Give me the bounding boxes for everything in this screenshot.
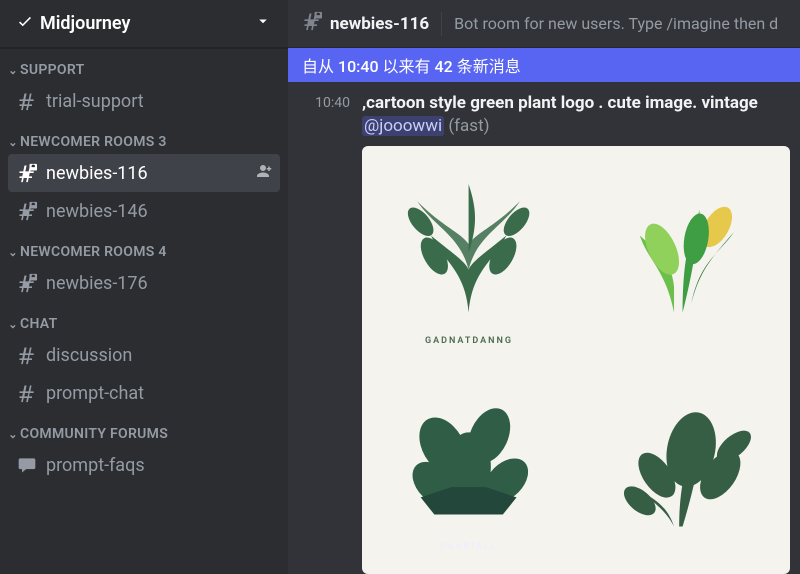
channel-sidebar: Midjourney ⌄SUPPORTtrial-support⌄NEWCOME… [0, 0, 288, 574]
channel-label: newbies-146 [46, 201, 272, 222]
channel-topic[interactable]: Bot room for new users. Type /imagine th… [454, 14, 778, 33]
section-header[interactable]: ⌄NEWCOMER ROOMS 4 [0, 244, 288, 262]
section-header[interactable]: ⌄COMMUNITY FORUMS [0, 426, 288, 444]
channel-label: discussion [46, 345, 272, 366]
chevron-down-icon: ⌄ [6, 136, 20, 149]
server-name: Midjourney [40, 13, 254, 34]
server-header[interactable]: Midjourney [0, 0, 288, 48]
channel-prompt-chat[interactable]: prompt-chat [8, 374, 280, 412]
hash-icon [16, 383, 38, 403]
main-area: newbies-116 Bot room for new users. Type… [288, 0, 800, 574]
hash-lock-icon [16, 163, 38, 183]
message-content: ,cartoon style green plant logo . cute i… [350, 92, 786, 138]
hash-lock-icon [16, 201, 38, 221]
section-header[interactable]: ⌄CHAT [0, 316, 288, 334]
section-label: NEWCOMER ROOMS 3 [20, 134, 167, 150]
message-timestamp: 10:40 [302, 92, 350, 138]
channel-trial-support[interactable]: trial-support [8, 82, 280, 120]
divider [441, 12, 442, 36]
section-label: NEWCOMER ROOMS 4 [20, 244, 167, 260]
image-result-3[interactable]: PAARIALL [362, 360, 576, 574]
image-result-4[interactable] [576, 360, 790, 574]
generated-image-grid[interactable]: GADNATDANNG PAARIALL [362, 146, 790, 574]
channel-label: newbies-116 [46, 163, 254, 184]
section-label: COMMUNITY FORUMS [20, 426, 168, 442]
chevron-down-icon: ⌄ [6, 318, 20, 331]
hash-lock-icon [16, 273, 38, 293]
chevron-down-icon: ⌄ [6, 428, 20, 441]
channel-label: prompt-chat [46, 383, 272, 404]
chevron-down-icon: ⌄ [6, 64, 20, 77]
channel-prompt-faqs[interactable]: prompt-faqs [8, 446, 280, 484]
channel-newbies-146[interactable]: newbies-146 [8, 192, 280, 230]
hash-icon [16, 345, 38, 365]
image-result-2[interactable] [576, 146, 790, 360]
image-result-1[interactable]: GADNATDANNG [362, 146, 576, 360]
channel-header: newbies-116 Bot room for new users. Type… [288, 0, 800, 48]
chevron-down-icon [254, 12, 272, 35]
hash-icon [16, 91, 38, 111]
user-mention[interactable]: @jooowwi [362, 116, 444, 136]
verified-check-icon [16, 12, 34, 35]
section-header[interactable]: ⌄NEWCOMER ROOMS 3 [0, 134, 288, 152]
channel-title: newbies-116 [330, 14, 429, 34]
section-header[interactable]: ⌄SUPPORT [0, 62, 288, 80]
add-member-icon[interactable] [254, 162, 272, 185]
message-prompt: ,cartoon style green plant logo . cute i… [362, 93, 758, 113]
new-messages-bar[interactable]: 自从 10:40 以来有 42 条新消息 [288, 48, 800, 82]
section-label: SUPPORT [20, 62, 85, 78]
channel-newbies-176[interactable]: newbies-176 [8, 264, 280, 302]
message-suffix: (fast) [448, 116, 489, 136]
section-label: CHAT [20, 316, 58, 332]
message-list: 10:40 ,cartoon style green plant logo . … [288, 82, 800, 574]
channel-label: newbies-176 [46, 273, 272, 294]
message: 10:40 ,cartoon style green plant logo . … [288, 90, 800, 140]
hash-lock-icon [302, 11, 322, 36]
channel-label: prompt-faqs [46, 455, 272, 476]
image-caption: GADNATDANNG [425, 336, 513, 346]
channel-discussion[interactable]: discussion [8, 336, 280, 374]
image-caption: PAARIALL [440, 542, 497, 552]
forum-icon [16, 455, 38, 475]
channel-newbies-116[interactable]: newbies-116 [8, 154, 280, 192]
channel-label: trial-support [46, 91, 272, 112]
chevron-down-icon: ⌄ [6, 246, 20, 259]
